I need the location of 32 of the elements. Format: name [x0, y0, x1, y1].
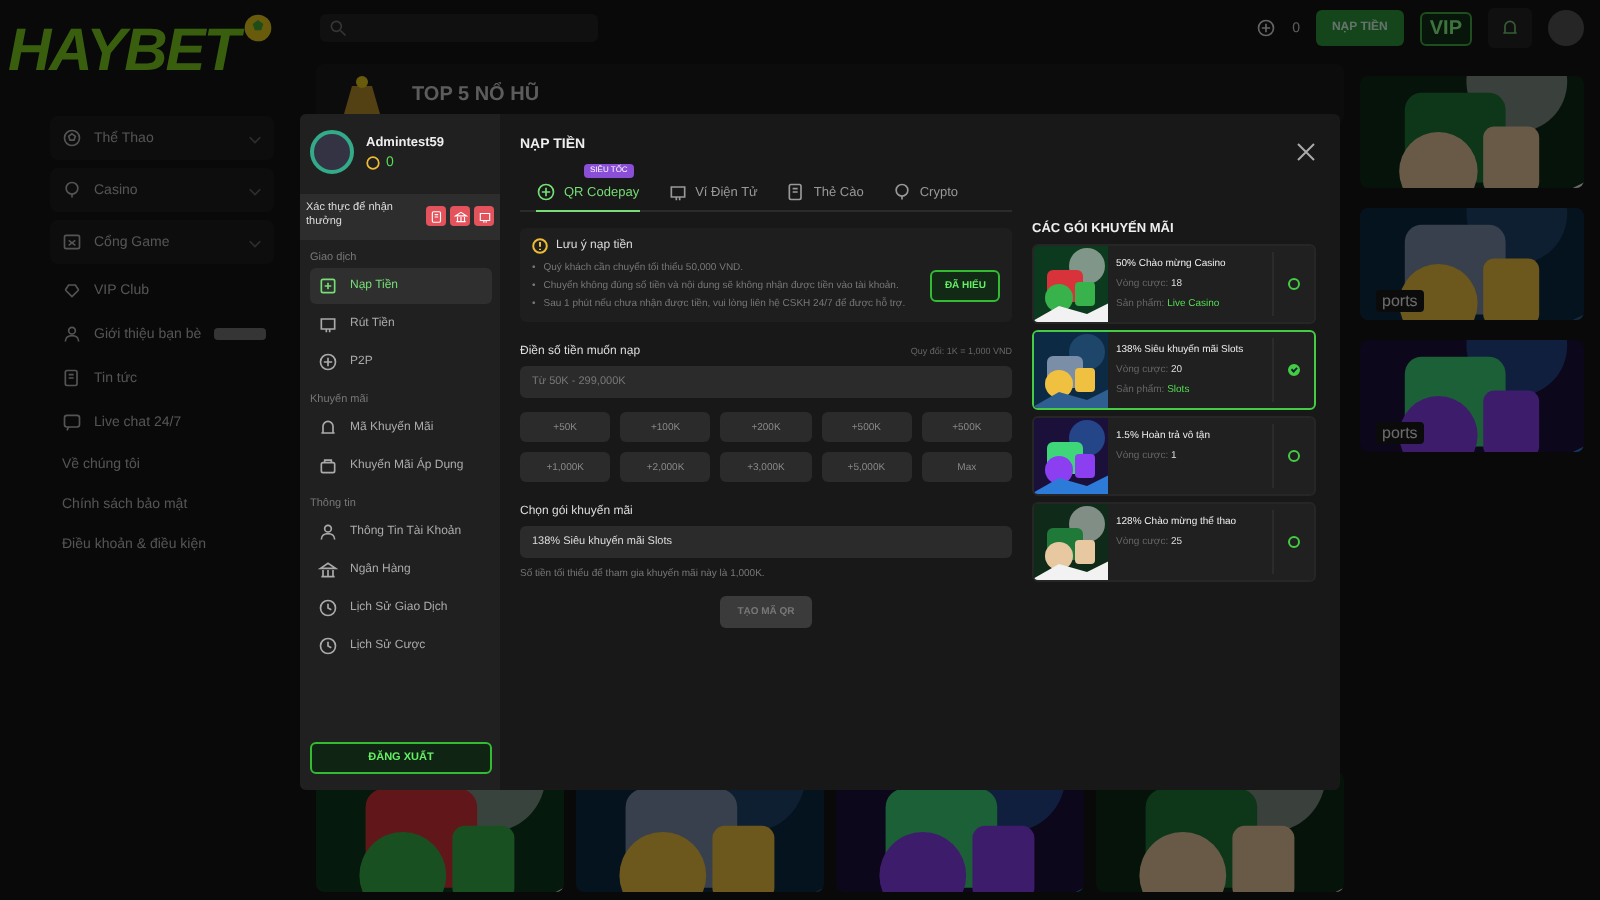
chevron-icon	[248, 131, 262, 145]
badge	[213, 328, 266, 340]
bell-icon	[318, 417, 338, 438]
news-icon	[785, 182, 806, 202]
chevron-icon	[248, 183, 262, 197]
warning-icon	[532, 238, 548, 254]
avatar	[310, 130, 354, 174]
close-icon[interactable]	[1296, 138, 1316, 158]
radio-button[interactable]	[1288, 450, 1300, 462]
square-x-icon	[62, 232, 82, 252]
clock-icon	[318, 597, 338, 618]
ball-icon	[242, 12, 275, 44]
user-icon	[62, 324, 82, 344]
news-icon	[62, 368, 82, 388]
search-icon	[328, 18, 348, 38]
banner-caption: ports	[1376, 290, 1424, 312]
clock-icon	[318, 635, 338, 656]
search-field[interactable]	[320, 14, 598, 42]
radio-button[interactable]	[1288, 364, 1300, 376]
radio-button[interactable]	[1288, 278, 1300, 290]
banner-caption: ports	[1376, 422, 1424, 444]
user-icon	[318, 521, 338, 542]
chevron-icon	[248, 235, 262, 249]
bank-icon[interactable]	[450, 206, 470, 227]
section-title: TOP 5 NỔ HŨ	[412, 83, 540, 105]
ball-icon	[62, 128, 82, 148]
vip-button[interactable]: VIP	[1419, 11, 1472, 45]
radio-button[interactable]	[1288, 536, 1300, 548]
bank-icon	[318, 559, 338, 580]
chat-icon	[62, 412, 82, 432]
phone-icon[interactable]	[426, 206, 446, 227]
logo-text[interactable]: HAYBET	[8, 18, 239, 86]
